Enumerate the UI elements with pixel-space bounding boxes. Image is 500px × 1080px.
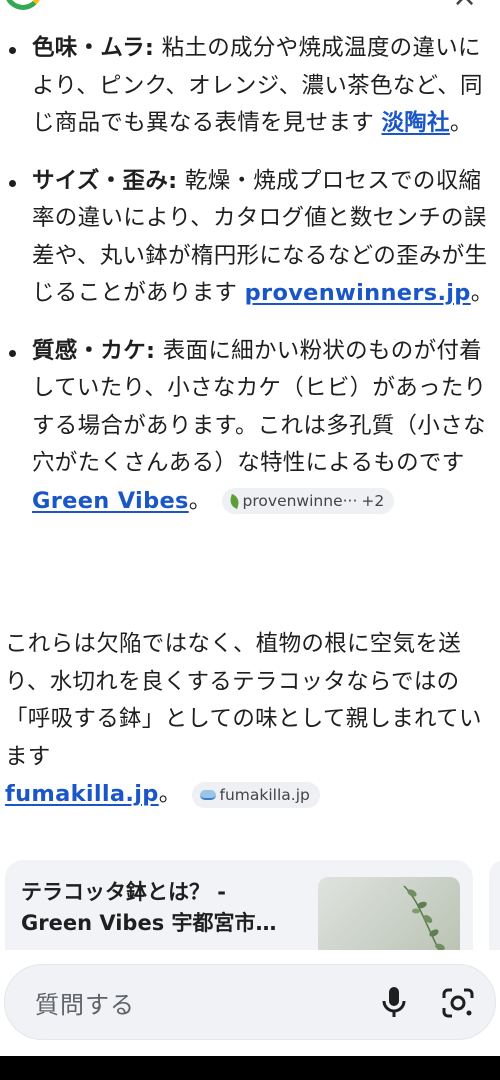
- source-chip-label: provenwinne···: [242, 492, 358, 510]
- source-chip-more: +2: [361, 492, 385, 510]
- bullet-paragraph: 色味・ムラ: 粘土の成分や焼成温度の違いにより、ピンク、オレンジ、濃い茶色など、…: [32, 30, 496, 143]
- source-link[interactable]: provenwinners.jp: [245, 280, 471, 306]
- source-card-thumbnail: [318, 877, 460, 950]
- next-source-card[interactable]: [489, 860, 500, 950]
- plant-image: [403, 885, 445, 950]
- fumakilla-icon: [199, 789, 216, 800]
- source-card-title: テラコッタ鉢とは？ - Green Vibes 宇都宮市…: [21, 880, 277, 935]
- bullet-dot: [9, 47, 16, 54]
- microphone-icon[interactable]: [379, 985, 409, 1021]
- bullet-term: 質感・カケ:: [32, 337, 156, 364]
- top-bar: ×: [0, 0, 500, 20]
- list-item: サイズ・歪み: 乾燥・焼成プロセスでの収縮率の違いにより、カタログ値と数センチの…: [0, 163, 500, 313]
- summary-paragraph: これらは欠陥ではなく、植物の根に空気を送り、水切れを良くするテラコッタならではの…: [5, 626, 497, 814]
- leaf-icon: [228, 493, 241, 509]
- bullet-term: サイズ・歪み:: [32, 167, 178, 194]
- sentence-end: 。: [188, 487, 212, 514]
- source-link[interactable]: Green Vibes: [32, 488, 189, 514]
- list-item: 色味・ムラ: 粘土の成分や焼成温度の違いにより、ピンク、オレンジ、濃い茶色など、…: [0, 30, 500, 143]
- bullet-term: 色味・ムラ:: [32, 35, 155, 61]
- source-card[interactable]: テラコッタ鉢とは？ - Green Vibes 宇都宮市…: [5, 860, 473, 950]
- ask-input-bar[interactable]: 質問する: [4, 964, 496, 1040]
- source-link[interactable]: fumakilla.jp: [5, 781, 159, 807]
- bullet-paragraph: サイズ・歪み: 乾燥・焼成プロセスでの収縮率の違いにより、カタログ値と数センチの…: [32, 163, 496, 313]
- answer-bullet-list: 色味・ムラ: 粘土の成分や焼成温度の違いにより、ピンク、オレンジ、濃い茶色など、…: [0, 30, 500, 540]
- system-nav-bar: [0, 1056, 500, 1080]
- bullet-dot: [9, 179, 16, 187]
- source-chip[interactable]: provenwinne··· +2: [221, 488, 395, 514]
- close-icon[interactable]: ×: [452, 0, 477, 12]
- source-link[interactable]: 淡陶社: [381, 110, 449, 136]
- sentence-end: 。: [470, 280, 494, 306]
- source-chip[interactable]: fumakilla.jp: [191, 781, 320, 808]
- bullet-paragraph: 質感・カケ: 表面に細かい粉状のものが付着していたり、小さなカケ（ヒビ）があった…: [32, 333, 496, 521]
- google-logo-icon: [4, 0, 42, 10]
- sentence-end: 。: [449, 110, 473, 136]
- bullet-dot: [9, 349, 16, 357]
- source-card-carousel: テラコッタ鉢とは？ - Green Vibes 宇都宮市…: [0, 860, 500, 950]
- ask-input[interactable]: 質問する: [35, 985, 135, 1020]
- sentence-end: 。: [158, 781, 182, 807]
- google-lens-icon[interactable]: [441, 987, 475, 1019]
- source-chip-label: fumakilla.jp: [219, 785, 310, 804]
- summary-text: これらは欠陥ではなく、植物の根に空気を送り、水切れを良くするテラコッタならではの…: [5, 631, 482, 770]
- list-item: 質感・カケ: 表面に細かい粉状のものが付着していたり、小さなカケ（ヒビ）があった…: [0, 333, 500, 521]
